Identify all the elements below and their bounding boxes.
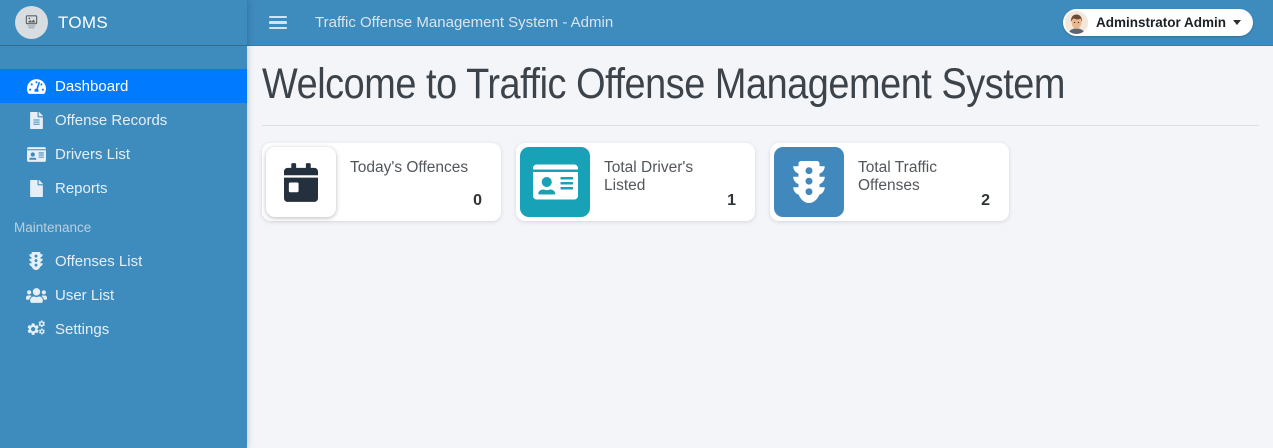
sidebar-item-offense-records[interactable]: Offense Records <box>0 103 247 137</box>
stat-cards-row: Today's Offences 0 Total Driver's Listed… <box>262 143 1259 221</box>
card-value: 1 <box>727 192 736 209</box>
users-icon <box>25 287 47 304</box>
sidebar-item-drivers-list[interactable]: Drivers List <box>0 137 247 171</box>
card-body: Total Driver's Listed 1 <box>594 143 755 221</box>
sidebar-item-settings[interactable]: Settings <box>0 312 247 346</box>
user-menu-button[interactable]: Adminstrator Admin <box>1062 9 1253 36</box>
hamburger-icon[interactable] <box>269 15 287 30</box>
sidebar-item-dashboard[interactable]: Dashboard <box>0 69 247 103</box>
tachometer-icon <box>25 78 47 95</box>
sidebar-item-label: Drivers List <box>55 145 131 163</box>
broken-image-placeholder-icon <box>15 6 48 39</box>
file-icon <box>25 179 47 197</box>
sidebar-nav: Dashboard Offense Records Drivers List R… <box>0 69 247 346</box>
navbar-title: Traffic Offense Management System - Admi… <box>315 14 614 31</box>
card-title: Today's Offences <box>350 159 469 176</box>
cogs-icon <box>25 320 47 338</box>
caret-down-icon <box>1233 20 1241 25</box>
stat-card-total-offenses: Total Traffic Offenses 2 <box>770 143 1009 221</box>
male-avatar-icon <box>1064 11 1088 34</box>
traffic-light-icon <box>774 147 844 217</box>
sidebar-item-user-list[interactable]: User List <box>0 278 247 312</box>
brand-link[interactable]: TOMS <box>0 0 247 46</box>
sidebar-item-label: Reports <box>55 179 108 197</box>
card-body: Total Traffic Offenses 2 <box>848 143 1009 221</box>
page-title: Welcome to Traffic Offense Management Sy… <box>262 60 1065 108</box>
sidebar-section-header: Maintenance <box>14 220 92 235</box>
calendar-day-icon <box>266 147 336 217</box>
main-content: Welcome to Traffic Offense Management Sy… <box>247 46 1273 448</box>
file-alt-icon <box>25 111 47 129</box>
sidebar-item-label: Settings <box>55 320 110 338</box>
brand-name: TOMS <box>58 12 109 32</box>
card-body: Today's Offences 0 <box>340 143 501 221</box>
heading-section: Welcome to Traffic Offense Management Sy… <box>262 58 1259 126</box>
id-card-icon <box>520 147 590 217</box>
sidebar-item-label: Offense Records <box>55 111 168 129</box>
stat-card-todays-offences: Today's Offences 0 <box>262 143 501 221</box>
top-navbar: Traffic Offense Management System - Admi… <box>247 0 1273 46</box>
sidebar-item-offenses-list[interactable]: Offenses List <box>0 244 247 278</box>
traffic-light-icon <box>25 252 47 270</box>
sidebar-item-reports[interactable]: Reports <box>0 171 247 205</box>
sidebar-item-label: Offenses List <box>55 252 143 270</box>
card-value: 2 <box>981 192 990 209</box>
user-name: Adminstrator Admin <box>1095 15 1226 30</box>
id-card-icon <box>25 146 47 163</box>
card-value: 0 <box>473 192 482 209</box>
stat-card-total-drivers: Total Driver's Listed 1 <box>516 143 755 221</box>
sidebar-item-label: Dashboard <box>55 77 129 95</box>
card-title: Total Traffic Offenses <box>858 159 937 194</box>
sidebar: TOMS Dashboard Offense Records Drivers L… <box>0 0 247 448</box>
sidebar-item-label: User List <box>55 286 115 304</box>
card-title: Total Driver's Listed <box>604 159 694 194</box>
